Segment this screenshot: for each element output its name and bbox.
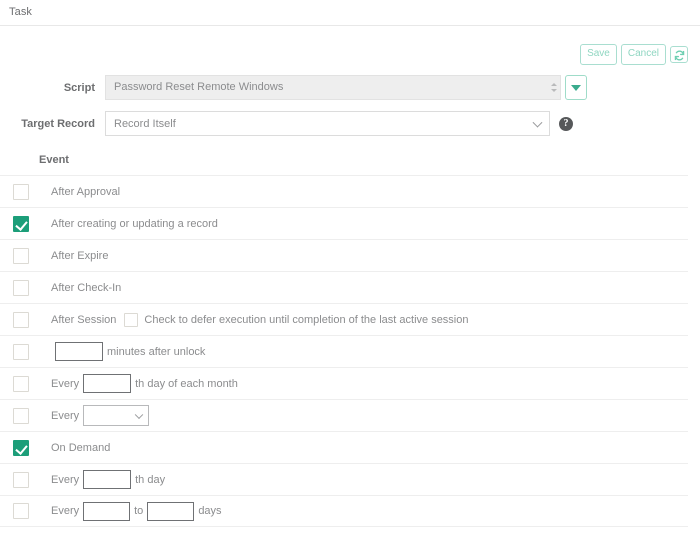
script-input[interactable]: Password Reset Remote Windows <box>105 75 547 100</box>
checkbox-after-approval[interactable] <box>13 183 29 200</box>
event-row-label: On Demand <box>51 441 111 454</box>
every-to-days-from-input[interactable] <box>83 501 131 521</box>
spinner-arrows-icon[interactable] <box>547 75 561 100</box>
task-form: Script Password Reset Remote Windows Tar… <box>0 65 700 136</box>
every-to-days-to-input[interactable] <box>147 501 195 521</box>
refresh-icon <box>674 50 685 61</box>
event-row-after-approval[interactable]: After Approval <box>0 175 688 207</box>
page-header: Task <box>0 0 700 26</box>
cancel-button[interactable]: Cancel <box>620 44 666 65</box>
refresh-button[interactable] <box>670 46 688 63</box>
target-record-label: Target Record <box>21 117 95 130</box>
event-row-label: After creating or updating a record <box>51 217 218 230</box>
script-label: Script <box>63 81 95 94</box>
event-row-after-expire[interactable]: After Expire <box>0 239 688 271</box>
task-page: Task Save Cancel Script Password Reset R… <box>0 0 700 548</box>
chevron-down-icon <box>134 410 144 419</box>
checkbox-on-demand[interactable] <box>13 439 29 456</box>
target-record-select[interactable]: Record Itself <box>105 111 550 136</box>
defer-execution-label: Check to defer execution until completio… <box>144 313 469 326</box>
event-row-every-to-days[interactable]: Every to days <box>0 495 688 527</box>
checkbox-defer-execution[interactable] <box>124 312 139 327</box>
chevron-down-icon <box>532 117 543 128</box>
every-nth-day-input[interactable] <box>83 470 132 489</box>
script-field-wrap: Password Reset Remote Windows <box>105 75 587 100</box>
event-row-minutes-after-unlock[interactable]: minutes after unlock <box>0 335 688 367</box>
checkbox-after-check-in[interactable] <box>13 279 29 296</box>
minutes-after-unlock-suffix: minutes after unlock <box>107 345 206 358</box>
event-row-after-creating-or-updating-a-record[interactable]: After creating or updating a record <box>0 207 688 239</box>
every-nth-day-of-each-month-suffix: th day of each month <box>135 377 238 390</box>
every-prefix: Every <box>51 505 80 517</box>
checkbox-every-to-days[interactable] <box>13 503 29 519</box>
event-row-after-session[interactable]: After Session Check to defer execution u… <box>0 303 688 335</box>
event-column-header: Event <box>39 154 69 166</box>
script-row: Script Password Reset Remote Windows <box>0 75 700 100</box>
event-row-label: After Session <box>51 313 117 326</box>
checkbox-minutes-after-unlock[interactable] <box>13 343 29 360</box>
save-button[interactable]: Save <box>580 44 617 65</box>
event-row-after-check-in[interactable]: After Check-In <box>0 271 688 303</box>
event-row-every-select[interactable]: Every <box>0 399 688 431</box>
form-toolbar: Save Cancel <box>0 26 700 65</box>
checkbox-after-expire[interactable] <box>13 247 29 264</box>
event-row-on-demand[interactable]: On Demand <box>0 431 688 463</box>
caret-down-icon <box>571 84 581 91</box>
event-row-label: After Expire <box>51 249 109 262</box>
target-record-value: Record Itself <box>114 117 176 130</box>
minutes-after-unlock-input[interactable] <box>55 342 103 361</box>
checkbox-after-session[interactable] <box>13 311 29 328</box>
checkbox-every-nth-day[interactable] <box>13 471 29 488</box>
script-dropdown-button[interactable] <box>565 75 587 100</box>
event-row-every-nth-day[interactable]: Every th day <box>0 463 688 495</box>
every-nth-day-of-each-month-input[interactable] <box>83 374 132 393</box>
checkbox-after-creating-or-updating-a-record[interactable] <box>13 215 29 232</box>
event-row-label: After Check-In <box>51 281 122 294</box>
every-to-days-middle: to <box>134 505 144 517</box>
event-row-every-nth-day-of-each-month[interactable]: Every th day of each month <box>0 367 688 399</box>
every-prefix: Every <box>51 377 80 390</box>
event-table: Event After Approval After creating or u… <box>0 154 700 527</box>
checkbox-every-nth-day-of-each-month[interactable] <box>13 375 29 392</box>
help-icon[interactable]: ? <box>559 116 573 131</box>
every-nth-day-suffix: th day <box>135 473 166 486</box>
target-record-field-wrap: Record Itself ? <box>105 111 573 136</box>
every-interval-select[interactable] <box>83 405 150 426</box>
checkbox-every-select[interactable] <box>13 407 29 424</box>
every-prefix: Every <box>51 409 80 422</box>
target-record-row: Target Record Record Itself ? <box>0 111 700 136</box>
every-prefix: Every <box>51 473 80 486</box>
event-row-label: After Approval <box>51 185 121 198</box>
every-to-days-suffix: days <box>198 505 222 517</box>
page-title: Task <box>9 6 33 18</box>
